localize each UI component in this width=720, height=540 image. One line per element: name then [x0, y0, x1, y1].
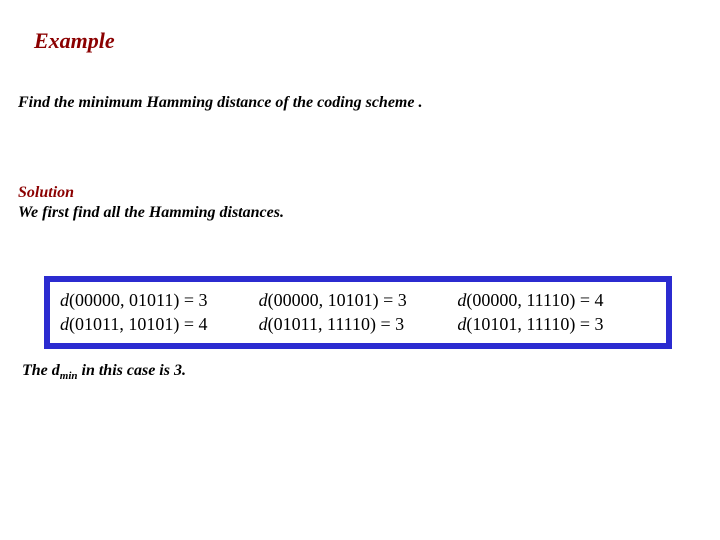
conclusion-pre: The d: [22, 362, 60, 379]
problem-statement: Find the minimum Hamming distance of the…: [18, 94, 422, 112]
table-row: d(01011, 10101) = 4 d(01011, 11110) = 3 …: [60, 312, 656, 336]
solution-intro: We first find all the Hamming distances.: [18, 204, 284, 222]
distance-cell: d(00000, 10101) = 3: [259, 288, 458, 312]
distance-cell: d(10101, 11110) = 3: [457, 312, 656, 336]
solution-label: Solution: [18, 184, 74, 202]
distance-cell: d(01011, 10101) = 4: [60, 312, 259, 336]
hamming-distance-table: d(00000, 01011) = 3 d(00000, 10101) = 3 …: [44, 276, 672, 349]
conclusion-post: in this case is 3.: [78, 362, 186, 379]
distance-cell: d(00000, 11110) = 4: [457, 288, 656, 312]
conclusion-text: The dmin in this case is 3.: [22, 362, 186, 382]
table-row: d(00000, 01011) = 3 d(00000, 10101) = 3 …: [60, 288, 656, 312]
example-heading: Example: [34, 28, 115, 54]
distance-cell: d(00000, 01011) = 3: [60, 288, 259, 312]
distance-cell: d(01011, 11110) = 3: [259, 312, 458, 336]
conclusion-subscript: min: [60, 370, 78, 382]
